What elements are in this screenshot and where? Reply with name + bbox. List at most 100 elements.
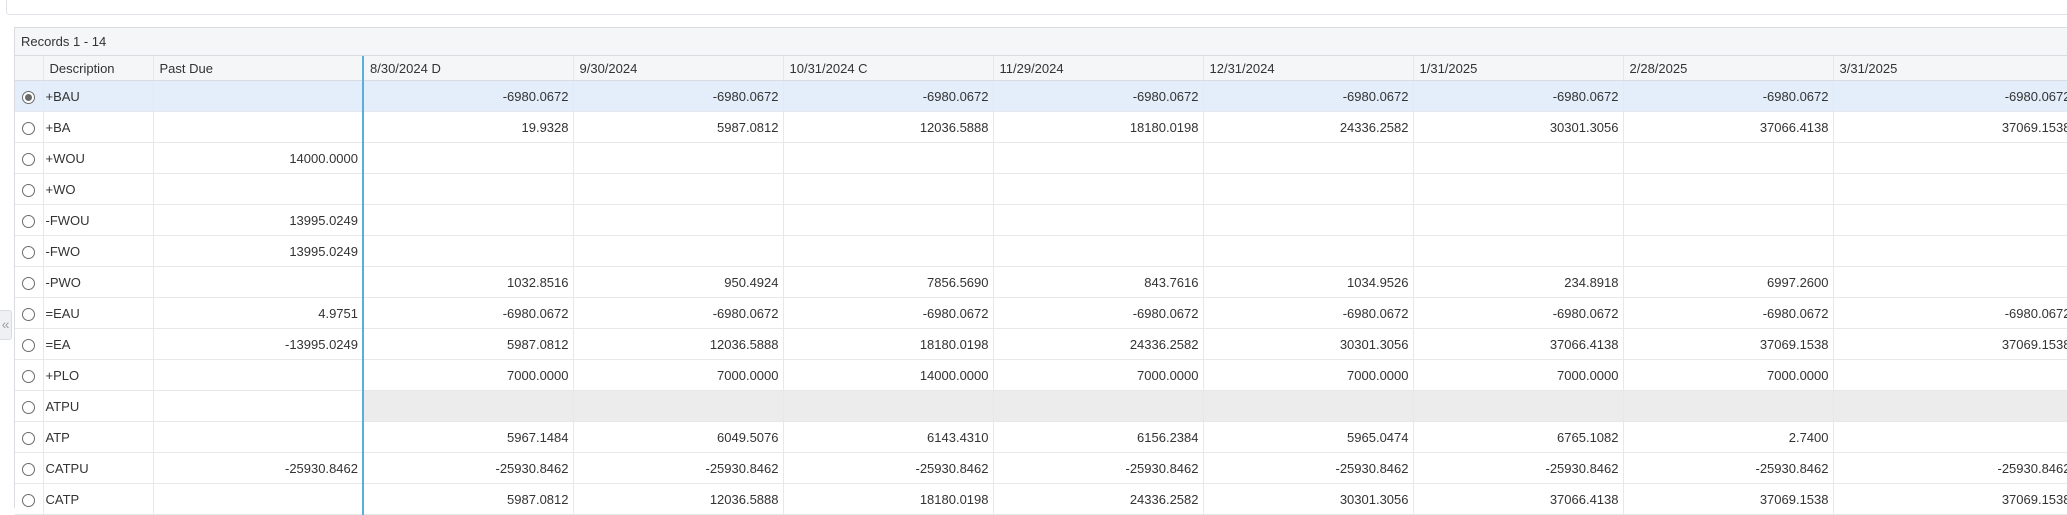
header-date[interactable]: 10/31/2024 C [783,56,994,81]
row-select-cell [15,266,44,298]
table-row[interactable]: +PLO 7000.0000 7000.0000 14000.0000 7000.000… [15,359,2067,391]
value-cell [1833,173,2067,205]
header-description[interactable]: Description [43,56,154,81]
past-due-cell [153,359,364,391]
past-due-cell [153,173,364,205]
value-cell [993,204,1204,236]
header-date[interactable]: 11/29/2024 [993,56,1204,81]
past-due-cell [153,390,364,422]
value-cell [783,173,994,205]
value-cell: -6980.0672 [363,80,574,112]
value-cell [1413,204,1624,236]
row-select-cell [15,235,44,267]
value-cell: 37069.1538 [1833,483,2067,515]
row-select-cell [15,328,44,360]
value-cell [1413,390,1624,422]
value-cell: 2.7400 [1623,421,1834,453]
value-cell [993,390,1204,422]
past-due-cell: 14000.0000 [153,142,364,174]
table-row[interactable]: =EA -13995.0249 5987.0812 12036.5888 18180.0… [15,328,2067,360]
table-row[interactable]: ATPU [15,390,2067,422]
row-select-radio[interactable] [22,245,36,259]
value-cell: 1032.8516 [363,266,574,298]
value-cell: 37066.4138 [1413,328,1624,360]
value-cell: 37069.1538 [1623,328,1834,360]
row-select-radio[interactable] [22,276,36,290]
top-panel [6,0,2067,15]
value-cell [1413,235,1624,267]
header-date[interactable]: 2/28/2025 [1623,56,1834,81]
value-cell [1203,173,1414,205]
value-cell [573,390,784,422]
value-cell [1413,173,1624,205]
header-date[interactable]: 1/31/2025 [1413,56,1624,81]
value-cell: 18180.0198 [783,483,994,515]
header-date[interactable]: 12/31/2024 [1203,56,1414,81]
table-row[interactable]: -PWO 1032.8516 950.4924 7856.5690 843.7616 10… [15,266,2067,298]
description-cell: CATPU [43,452,154,484]
header-past-due[interactable]: Past Due [153,56,364,81]
value-cell [363,142,574,174]
table-row[interactable]: -FWOU 13995.0249 [15,204,2067,236]
header-date[interactable]: 9/30/2024 [573,56,784,81]
value-cell [1833,235,2067,267]
value-cell [1203,390,1414,422]
past-due-cell: 13995.0249 [153,235,364,267]
row-select-cell [15,80,44,112]
table-row[interactable]: ATP 5967.1484 6049.5076 6143.4310 6156.2384 5… [15,421,2067,453]
row-select-radio[interactable] [22,400,36,414]
value-cell [573,235,784,267]
value-cell: 37069.1538 [1833,328,2067,360]
table-row[interactable]: +WO [15,173,2067,205]
value-cell: 37066.4138 [1413,483,1624,515]
row-select-radio[interactable] [22,369,36,383]
value-cell: -6980.0672 [573,297,784,329]
table-row[interactable]: +WOU 14000.0000 [15,142,2067,174]
row-select-radio[interactable] [22,307,36,321]
past-due-cell [153,111,364,143]
value-cell: 6143.4310 [783,421,994,453]
table-row[interactable]: +BA 19.9328 5987.0812 12036.5888 18180.0198 2… [15,111,2067,143]
value-cell: -6980.0672 [1203,80,1414,112]
row-select-radio[interactable] [22,338,36,352]
table-row[interactable]: CATP 5987.0812 12036.5888 18180.0198 24336.2… [15,483,2067,515]
row-select-radio[interactable] [22,431,36,445]
past-due-cell [153,483,364,515]
value-cell [1833,359,2067,391]
row-select-radio[interactable] [22,183,36,197]
value-cell [1623,390,1834,422]
value-cell: 5987.0812 [363,483,574,515]
value-cell: -6980.0672 [783,297,994,329]
value-cell [363,235,574,267]
value-cell [1203,204,1414,236]
row-select-radio[interactable] [22,90,36,104]
row-select-cell [15,142,44,174]
value-cell: -25930.8462 [1623,452,1834,484]
table-row[interactable]: CATPU -25930.8462 -25930.8462 -25930.8462 -2… [15,452,2067,484]
past-due-cell: -25930.8462 [153,452,364,484]
value-cell: -25930.8462 [1833,452,2067,484]
value-cell [783,390,994,422]
collapse-panel-icon[interactable]: « [0,310,12,340]
header-date[interactable]: 3/31/2025 [1833,56,2067,81]
value-cell [1203,235,1414,267]
row-select-radio[interactable] [22,214,36,228]
value-cell [573,204,784,236]
value-cell [1203,142,1414,174]
row-select-radio[interactable] [22,493,36,507]
row-select-radio[interactable] [22,462,36,476]
value-cell: 12036.5888 [573,328,784,360]
description-cell: +PLO [43,359,154,391]
data-grid: Records 1 - 14 Description Past Due 8/30… [14,27,2067,515]
row-select-radio[interactable] [22,121,36,135]
row-select-cell [15,204,44,236]
value-cell: 30301.3056 [1413,111,1624,143]
header-date[interactable]: 8/30/2024 D [363,56,574,81]
table-row[interactable]: -FWO 13995.0249 [15,235,2067,267]
past-due-cell: 4.9751 [153,297,364,329]
value-cell: 5987.0812 [363,328,574,360]
value-cell: 234.8918 [1413,266,1624,298]
table-row[interactable]: =EAU 4.9751 -6980.0672 -6980.0672 -6980.0672… [15,297,2067,329]
table-row[interactable]: +BAU -6980.0672 -6980.0672 -6980.0672 -6980.… [15,80,2067,112]
row-select-radio[interactable] [22,152,36,166]
